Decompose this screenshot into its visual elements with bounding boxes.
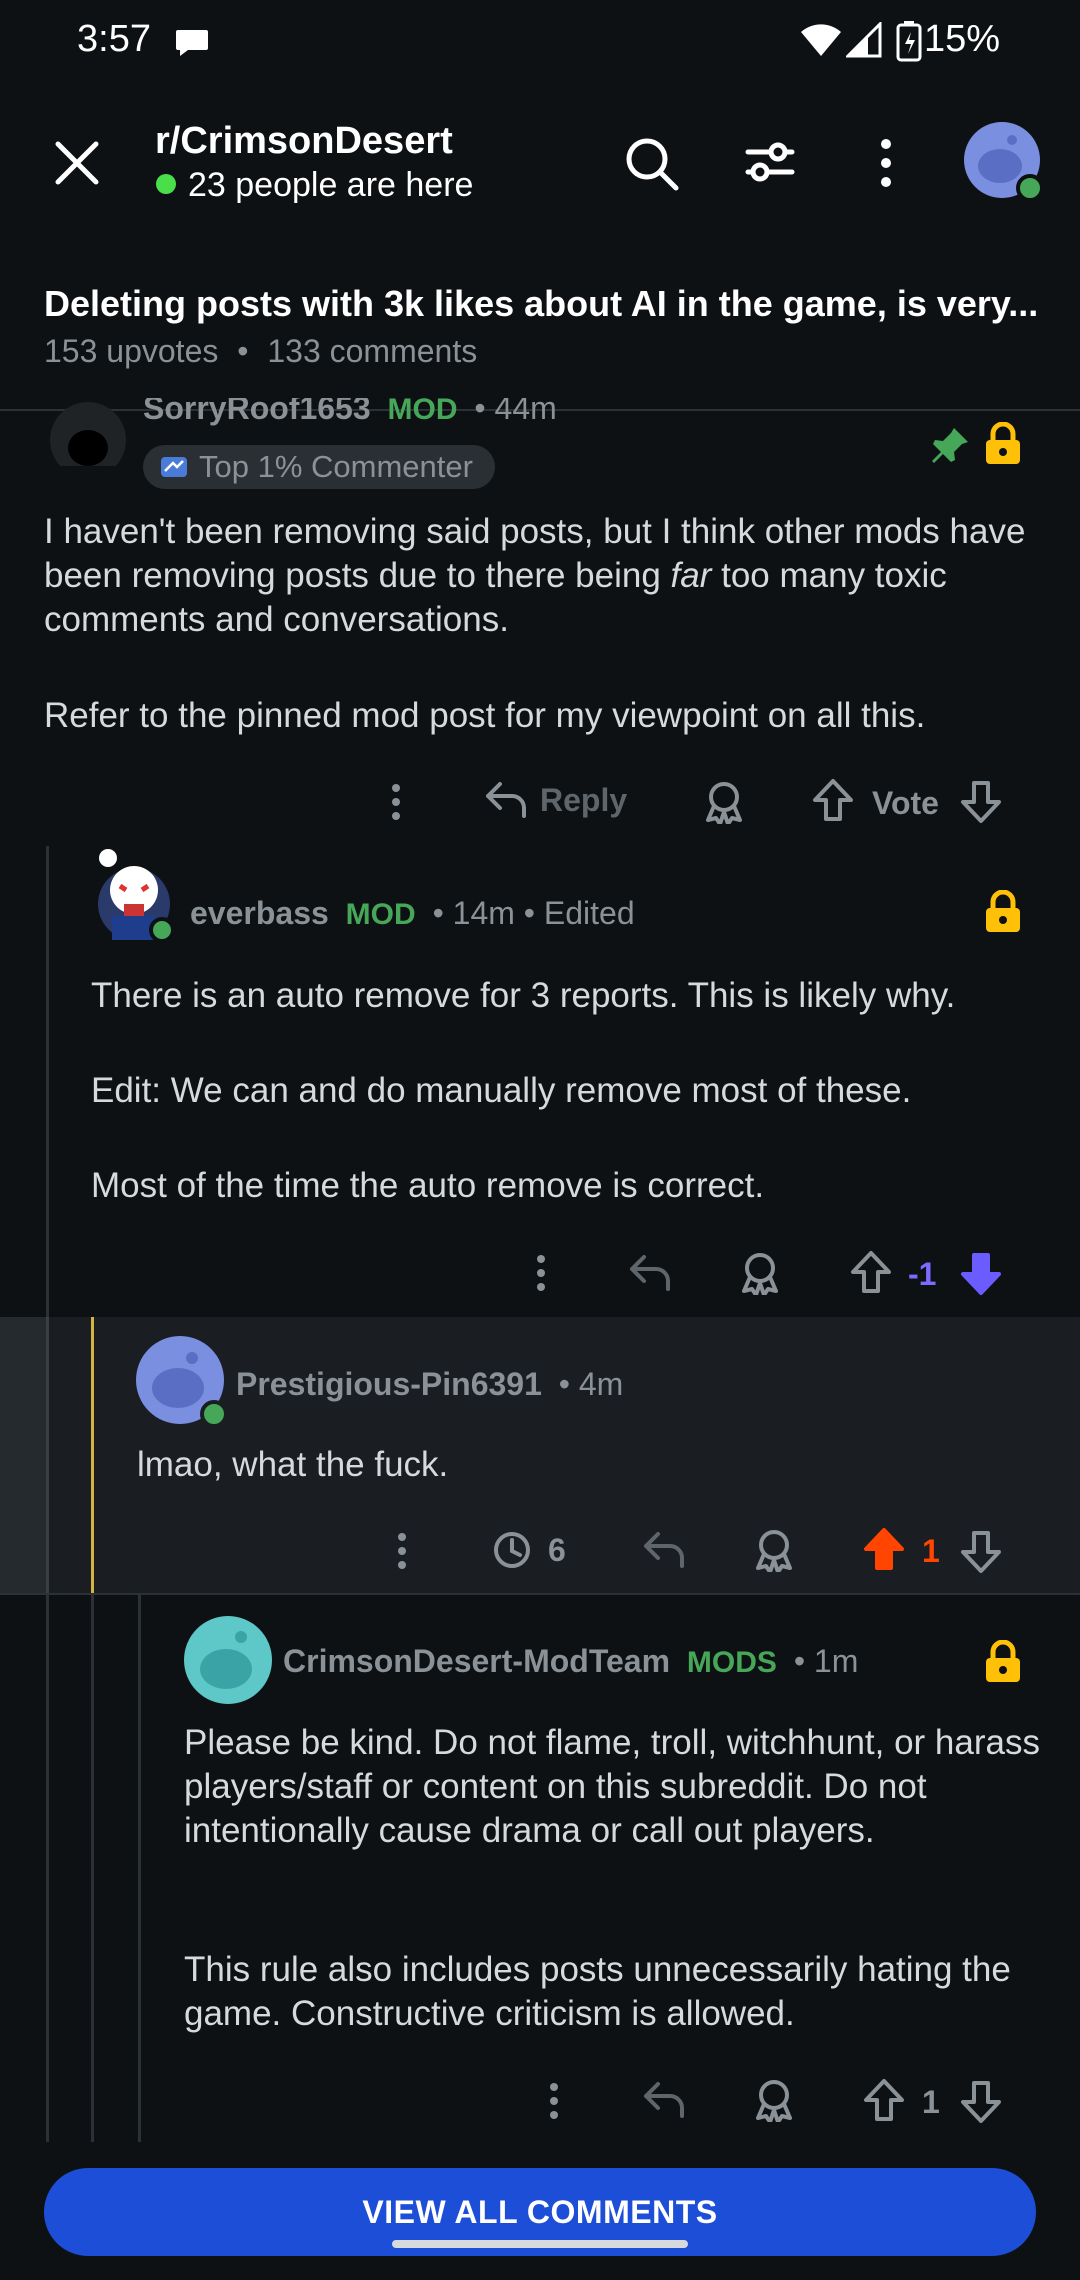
post-comment-count: 133 comments bbox=[267, 333, 478, 369]
chat-notification-icon bbox=[174, 26, 210, 58]
comment-body-para2: This rule also includes posts unnecessar… bbox=[184, 1950, 1011, 2033]
status-bar: 3:57 15% bbox=[0, 0, 1080, 84]
comment-username[interactable]: Prestigious-Pin6391 bbox=[236, 1366, 542, 1402]
user-avatar[interactable] bbox=[964, 122, 1044, 202]
stats-separator: • bbox=[237, 333, 249, 369]
comment-avatar[interactable] bbox=[183, 1615, 273, 1705]
comment-time: • 44m bbox=[474, 398, 557, 426]
wifi-icon bbox=[800, 22, 842, 58]
reply-icon[interactable] bbox=[642, 2080, 686, 2120]
comment-emphasis: far bbox=[670, 556, 712, 595]
more-options-icon[interactable] bbox=[544, 2081, 564, 2121]
comment-avatar[interactable] bbox=[92, 846, 178, 946]
vote-score: 1 bbox=[922, 1533, 940, 1569]
upvote-icon[interactable] bbox=[850, 1250, 892, 1294]
history-count: 6 bbox=[548, 1531, 566, 1568]
battery-percent: 15% bbox=[923, 18, 1000, 60]
vote-label: Vote bbox=[872, 785, 939, 821]
online-indicator-dot bbox=[156, 174, 176, 194]
more-options-icon[interactable] bbox=[386, 782, 406, 822]
highlight-gutter bbox=[0, 1317, 46, 1593]
comment-body-para2: Refer to the pinned mod post for my view… bbox=[44, 696, 926, 735]
sort-filter-icon[interactable] bbox=[744, 136, 796, 188]
comment-username[interactable]: SorryRoof1653 bbox=[143, 398, 371, 426]
reply-icon[interactable] bbox=[628, 1253, 672, 1293]
pinned-icon bbox=[930, 426, 970, 466]
thread-line bbox=[91, 1595, 94, 2142]
more-options-icon[interactable] bbox=[392, 1531, 412, 1571]
comment-author-row: everbass MOD • 14m • Edited bbox=[190, 895, 635, 932]
search-icon[interactable] bbox=[624, 136, 680, 192]
more-options-icon[interactable] bbox=[531, 1253, 551, 1293]
upvote-active-icon[interactable] bbox=[863, 1527, 905, 1571]
subreddit-header: r/CrimsonDesert 23 people are here bbox=[0, 110, 1080, 210]
downvote-active-icon[interactable] bbox=[960, 1252, 1002, 1296]
comment-time: • 1m bbox=[793, 1643, 859, 1679]
thread-line bbox=[138, 1595, 141, 2142]
comment-time: • 14m • Edited bbox=[432, 895, 635, 931]
signal-icon bbox=[846, 22, 882, 58]
post-stats: 153 upvotes • 133 comments bbox=[44, 333, 477, 370]
overflow-menu-icon[interactable] bbox=[876, 138, 896, 188]
comment-time: • 4m bbox=[558, 1366, 624, 1402]
award-icon[interactable] bbox=[738, 1251, 782, 1295]
reply-icon bbox=[484, 780, 528, 820]
vote-score: -1 bbox=[908, 1256, 937, 1292]
comment-divider bbox=[0, 1593, 1080, 1595]
award-icon[interactable] bbox=[702, 780, 746, 824]
highlight-thread-line bbox=[91, 1317, 94, 1593]
comment-body: Please be kind. Do not flame, troll, wit… bbox=[184, 1723, 1040, 1850]
comment-body: I haven't been removing said posts, but … bbox=[44, 510, 1044, 642]
comment-author-row: Prestigious-Pin6391 • 4m bbox=[236, 1366, 623, 1403]
subreddit-name[interactable]: r/CrimsonDesert bbox=[155, 120, 453, 163]
mods-badge: MODS bbox=[686, 1646, 777, 1679]
flair-icon bbox=[159, 453, 189, 481]
locked-icon bbox=[984, 422, 1022, 466]
comment-avatar[interactable] bbox=[136, 1336, 232, 1432]
battery-icon bbox=[896, 20, 922, 62]
comment-body-para3: Most of the time the auto remove is corr… bbox=[91, 1166, 765, 1205]
user-flair: Top 1% Commenter bbox=[143, 445, 495, 489]
downvote-icon[interactable] bbox=[960, 780, 1002, 824]
history-clock-icon bbox=[492, 1530, 532, 1570]
edit-history-button[interactable]: 6 bbox=[492, 1530, 566, 1570]
flair-text: Top 1% Commenter bbox=[199, 449, 473, 484]
award-icon[interactable] bbox=[752, 1528, 796, 1572]
comment-body-para2: Edit: We can and do manually remove most… bbox=[91, 1071, 912, 1110]
close-icon[interactable] bbox=[54, 140, 100, 186]
comment-body: lmao, what the fuck. bbox=[137, 1445, 449, 1484]
upvote-icon[interactable] bbox=[863, 2078, 905, 2122]
comment-username[interactable]: everbass bbox=[190, 895, 329, 931]
upvote-icon[interactable] bbox=[812, 778, 854, 822]
home-indicator[interactable] bbox=[392, 2240, 688, 2248]
status-time: 3:57 bbox=[77, 18, 151, 60]
award-icon[interactable] bbox=[752, 2078, 796, 2122]
downvote-icon[interactable] bbox=[960, 2080, 1002, 2124]
comment-username[interactable]: CrimsonDesert-ModTeam bbox=[283, 1643, 670, 1679]
comment-body: There is an auto remove for 3 reports. T… bbox=[91, 976, 956, 1015]
comment-author-row: SorryRoof1653 MOD • 44m bbox=[143, 398, 557, 438]
thread-line bbox=[46, 1317, 49, 1593]
mod-badge: MOD bbox=[345, 898, 416, 931]
post-upvotes: 153 upvotes bbox=[44, 333, 219, 369]
reply-label: Reply bbox=[540, 781, 628, 818]
vote-score: 1 bbox=[922, 2084, 940, 2120]
locked-icon bbox=[984, 1640, 1022, 1684]
reply-button[interactable]: Reply bbox=[484, 780, 627, 820]
downvote-icon[interactable] bbox=[960, 1530, 1002, 1574]
online-count: 23 people are here bbox=[188, 166, 474, 204]
locked-icon bbox=[984, 890, 1022, 934]
mod-badge: MOD bbox=[387, 398, 458, 426]
comment-avatar[interactable] bbox=[48, 400, 128, 480]
comment-author-row: CrimsonDesert-ModTeam MODS • 1m bbox=[283, 1643, 858, 1680]
reply-icon[interactable] bbox=[642, 1530, 686, 1570]
post-title[interactable]: Deleting posts with 3k likes about AI in… bbox=[44, 283, 1044, 325]
